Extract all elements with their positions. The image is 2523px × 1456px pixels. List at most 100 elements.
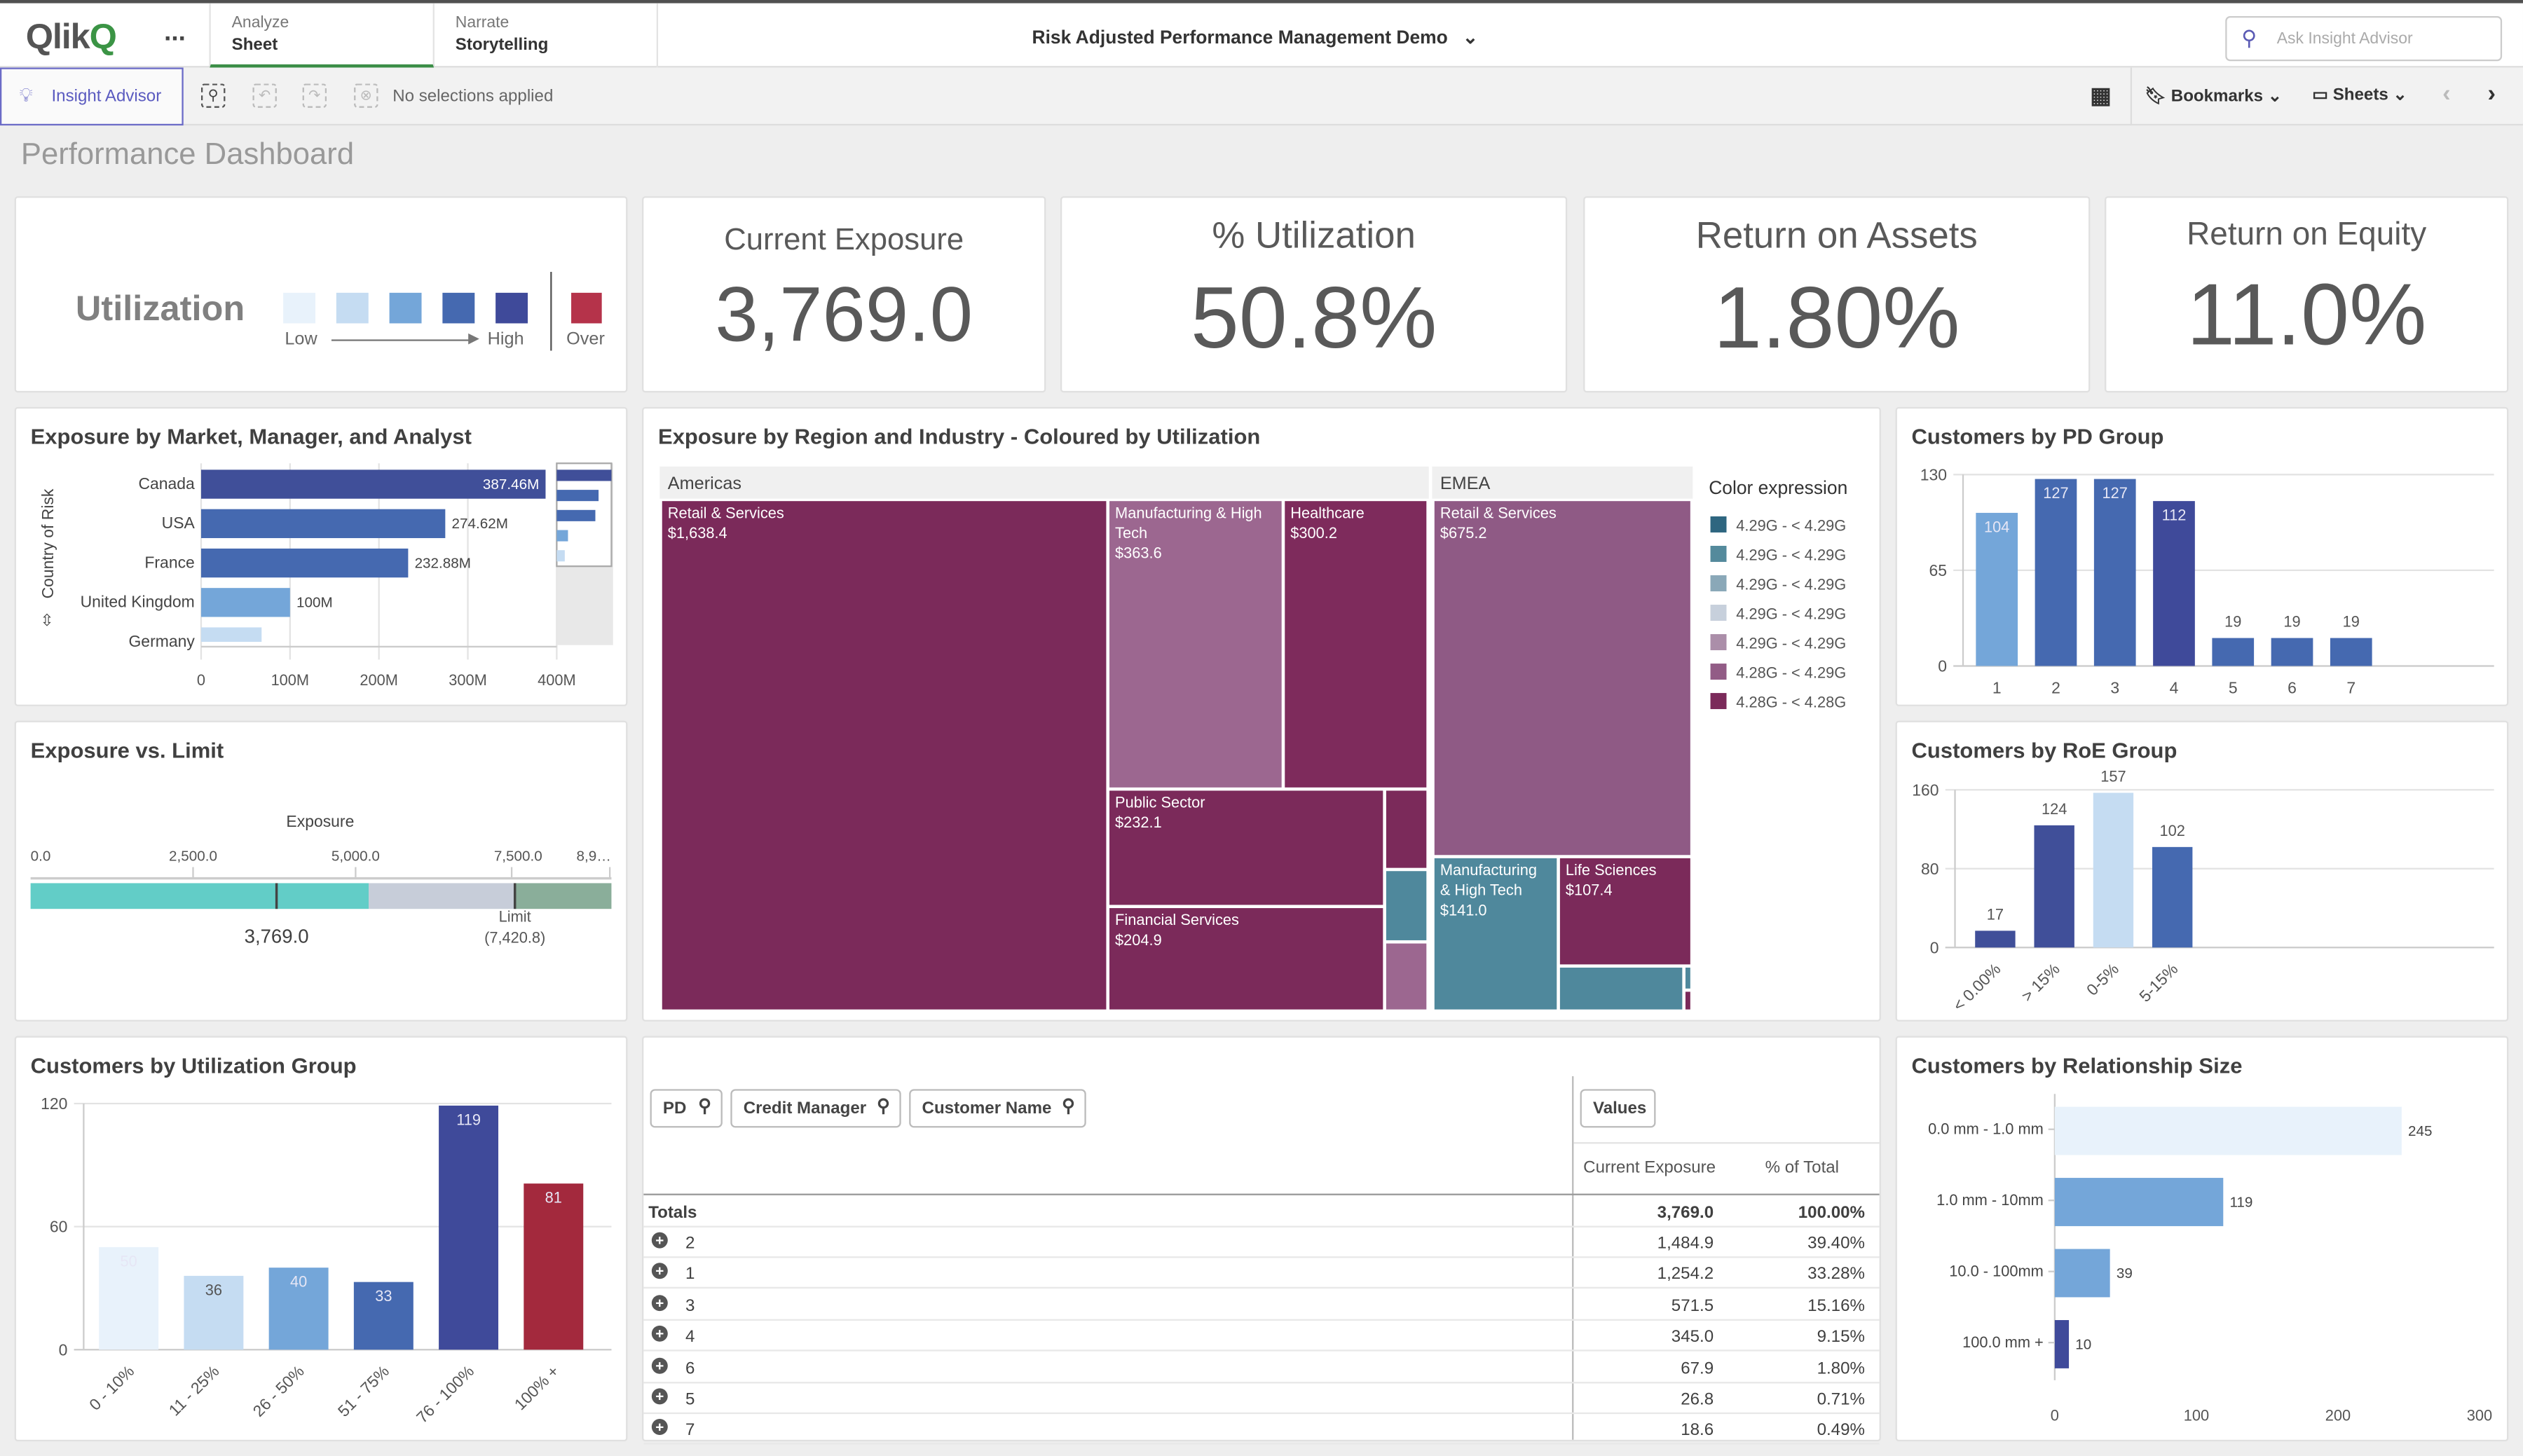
exposure-vs-limit-panel[interactable]: Exposure vs. Limit <box>14 720 628 1022</box>
exposure-value: 67.9 <box>1681 1359 1714 1378</box>
table-row[interactable]: + 6 67.9 1.80% <box>643 1352 1880 1383</box>
qlik-app: QlikQ ... Analyze Sheet Narrate Storytel… <box>0 0 2523 1456</box>
clear-selections-icon[interactable]: ⊗ <box>354 83 378 108</box>
roe-group-panel[interactable]: Customers by RoE Group <box>1895 720 2509 1022</box>
app-title-dropdown[interactable]: Risk Adjusted Performance Management Dem… <box>901 26 1609 48</box>
kpi-return-on-assets[interactable]: Return on Assets 1.80% <box>1583 196 2091 393</box>
filter-label: PD <box>662 1099 687 1118</box>
selections-status: No selections applied <box>392 86 554 107</box>
filter-credit-manager[interactable]: Credit Manager ⚲ <box>730 1089 901 1128</box>
pct-value: 39.40% <box>1807 1233 1865 1254</box>
kpi-title: % Utilization <box>1212 214 1416 256</box>
kpi-value: 11.0% <box>2186 267 2427 364</box>
app-title: Risk Adjusted Performance Management Dem… <box>1032 29 1448 48</box>
table-row[interactable]: + 4 345.0 9.15% <box>643 1321 1880 1352</box>
treemap-panel[interactable]: Exposure by Region and Industry - Colour… <box>642 406 1881 1022</box>
sheets-button[interactable]: ▭ Sheets ⌄ <box>2312 85 2407 105</box>
pd-value: 1 <box>685 1265 695 1285</box>
totals-row: Totals 3,769.0 100.00% <box>643 1197 1880 1228</box>
pd-group-panel[interactable]: Customers by PD Group <box>1895 406 2509 706</box>
next-sheet-icon[interactable]: › <box>2487 81 2495 108</box>
utilization-swatch <box>442 292 475 324</box>
kpi-value: 1.80% <box>1713 270 1960 367</box>
filter-label: Customer Name <box>922 1099 1052 1118</box>
exposure-by-market-panel[interactable]: Exposure by Market, Manager, and Analyst <box>14 406 628 706</box>
pd-value: 4 <box>685 1327 695 1347</box>
exposure-value: 18.6 <box>1681 1421 1714 1441</box>
pd-value: 3 <box>685 1296 695 1316</box>
over-label: Over <box>566 329 605 350</box>
lightbulb-icon: 💡︎ <box>19 83 33 107</box>
bookmarks-button[interactable]: 🔖︎ Bookmarks ⌄ <box>2145 85 2282 107</box>
column-header-pct[interactable]: % of Total <box>1765 1158 1839 1178</box>
qlik-logo[interactable]: QlikQ <box>26 16 117 58</box>
pd-value: 6 <box>685 1359 695 1378</box>
kpi-title: Return on Assets <box>1695 214 1978 256</box>
sheet-icon: ▭ <box>2312 85 2328 105</box>
step-back-icon[interactable]: ↶ <box>252 83 277 108</box>
divider <box>550 272 552 351</box>
tab-label: Storytelling <box>455 35 549 55</box>
previous-sheet-icon[interactable]: ‹ <box>2442 81 2450 108</box>
divider <box>2130 67 2133 126</box>
kpi-current-exposure[interactable]: Current Exposure 3,769.0 <box>642 196 1046 393</box>
table-row[interactable]: + 1 1,254.2 33.28% <box>643 1258 1880 1289</box>
search-placeholder: Ask Insight Advisor <box>2276 30 2413 48</box>
kpi-utilization[interactable]: % Utilization 50.8% <box>1060 196 1568 393</box>
tab-top-label: Narrate <box>455 14 510 32</box>
over-swatch <box>571 292 602 324</box>
chart-title: Exposure by Region and Industry - Colour… <box>658 425 1261 449</box>
pct-value: 9.15% <box>1817 1327 1865 1347</box>
tab-analyze-sheet[interactable]: Analyze Sheet <box>209 3 435 69</box>
table-row[interactable]: + 2 1,484.9 39.40% <box>643 1228 1880 1258</box>
filter-pd[interactable]: PD ⚲ <box>650 1089 723 1128</box>
expand-icon[interactable]: + <box>651 1326 668 1342</box>
exposure-value: 26.8 <box>1681 1389 1714 1410</box>
step-forward-icon[interactable]: ↷ <box>302 83 327 108</box>
utilization-title: Utilization <box>75 287 245 329</box>
utilization-legend-panel[interactable]: Utilization Low ▶ High Over <box>14 196 628 393</box>
tab-narrate-storytelling[interactable]: Narrate Storytelling <box>435 3 659 69</box>
values-button[interactable]: Values <box>1580 1089 1656 1128</box>
insight-advisor-label: Insight Advisor <box>51 86 162 107</box>
pct-value: 0.71% <box>1817 1389 1865 1410</box>
exposure-value: 345.0 <box>1671 1327 1714 1347</box>
expand-icon[interactable]: + <box>651 1263 668 1280</box>
filter-customer-name[interactable]: Customer Name ⚲ <box>909 1089 1086 1128</box>
chart-title: Customers by RoE Group <box>1911 738 2177 763</box>
column-header-exposure[interactable]: Current Exposure <box>1583 1158 1716 1178</box>
insight-advisor-button[interactable]: 💡︎ Insight Advisor <box>0 67 184 126</box>
chart-title: Customers by PD Group <box>1911 425 2164 449</box>
kpi-title: Return on Equity <box>2187 217 2427 253</box>
relationship-size-panel[interactable]: Customers by Relationship Size <box>1895 1036 2509 1442</box>
expand-icon[interactable]: + <box>651 1232 668 1249</box>
chevron-down-icon: ⌄ <box>1462 29 1479 48</box>
exposure-value: 1,254.2 <box>1657 1265 1714 1285</box>
pd-value: 2 <box>685 1233 695 1254</box>
search-icon: ⚲ <box>698 1097 711 1117</box>
expand-icon[interactable]: + <box>651 1294 668 1311</box>
exposure-value: 1,484.9 <box>1657 1233 1714 1254</box>
kpi-return-on-equity[interactable]: Return on Equity 11.0% <box>2105 196 2509 393</box>
smart-search-icon[interactable]: ⚲ <box>200 83 226 108</box>
table-row[interactable]: + 7 18.6 0.49% <box>643 1415 1880 1445</box>
high-label: High <box>487 329 524 350</box>
utilization-swatch <box>389 292 422 324</box>
expand-icon[interactable]: + <box>651 1357 668 1373</box>
scale-arrow <box>331 339 473 341</box>
expand-icon[interactable]: + <box>651 1388 668 1405</box>
utilization-group-panel[interactable]: Customers by Utilization Group <box>14 1036 628 1442</box>
grid-view-icon[interactable]: ▦ <box>2090 82 2111 109</box>
table-row[interactable]: + 3 571.5 15.16% <box>643 1290 1880 1321</box>
sheet-title: Performance Dashboard <box>20 138 355 172</box>
insight-search-input[interactable]: ⚲ Ask Insight Advisor <box>2225 15 2503 62</box>
utilization-swatch <box>495 292 528 324</box>
pct-value: 0.49% <box>1817 1421 1865 1441</box>
table-row[interactable]: + 5 26.8 0.71% <box>643 1383 1880 1415</box>
exposure-value: 571.5 <box>1671 1296 1714 1316</box>
expand-icon[interactable]: + <box>651 1419 668 1436</box>
kpi-value: 50.8% <box>1190 270 1437 367</box>
arrow-head-icon: ▶ <box>468 329 479 346</box>
tab-label: Sheet <box>231 35 278 55</box>
more-menu-button[interactable]: ... <box>164 20 186 48</box>
